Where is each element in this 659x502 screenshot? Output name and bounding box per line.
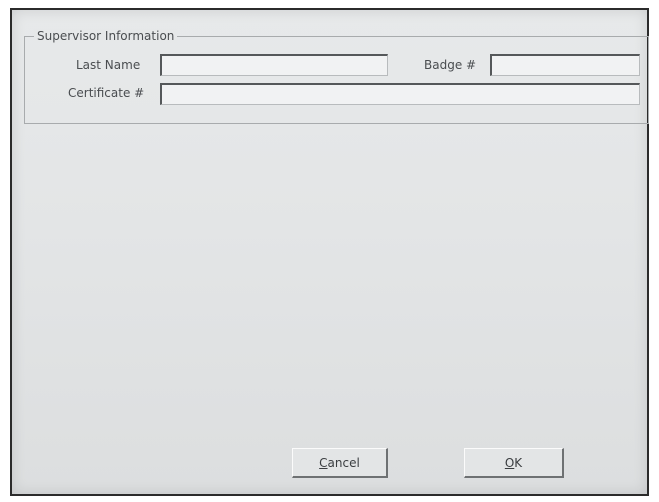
supervisor-info-group bbox=[24, 36, 649, 124]
ok-label: K bbox=[514, 455, 523, 470]
cancel-button[interactable]: Cancel bbox=[292, 448, 388, 478]
ok-button[interactable]: OK bbox=[464, 448, 564, 478]
last-name-label: Last Name bbox=[76, 58, 141, 72]
certificate-field[interactable] bbox=[160, 83, 640, 105]
cancel-label: ancel bbox=[327, 455, 360, 470]
last-name-field[interactable] bbox=[160, 54, 388, 76]
badge-label: Badge # bbox=[424, 58, 477, 72]
cancel-accel-key: C bbox=[319, 455, 328, 470]
certificate-label: Certificate # bbox=[68, 86, 145, 100]
badge-field[interactable] bbox=[490, 54, 640, 76]
dialog-window: Supervisor Information Last Name Badge #… bbox=[10, 8, 649, 496]
group-title: Supervisor Information bbox=[34, 29, 178, 43]
ok-accel-key: O bbox=[504, 455, 515, 470]
